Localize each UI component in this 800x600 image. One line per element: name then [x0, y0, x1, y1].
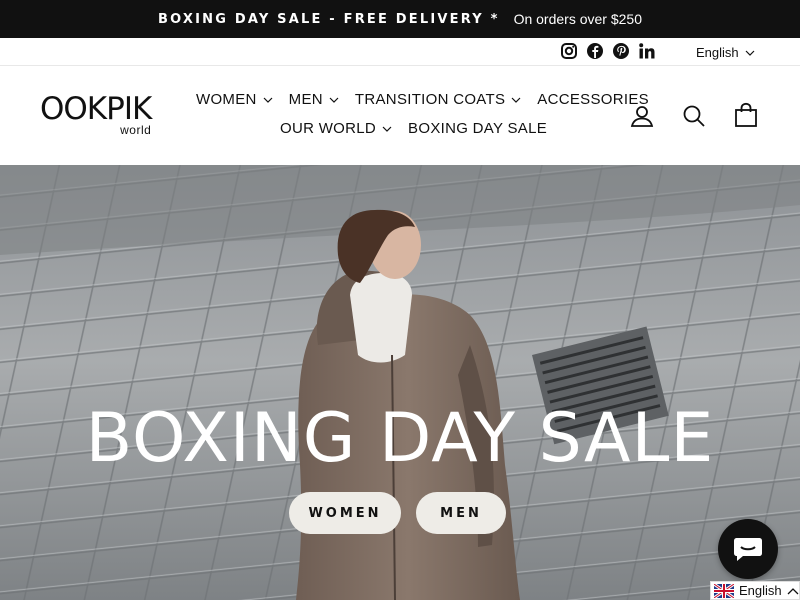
nav-item-label: WOMEN: [196, 91, 257, 108]
instagram-icon[interactable]: [560, 42, 578, 60]
pinterest-icon[interactable]: [612, 42, 630, 60]
cart-icon[interactable]: [734, 102, 758, 128]
facebook-icon[interactable]: [586, 42, 604, 60]
utility-bar: English: [0, 38, 800, 66]
hero-title: BOXING DAY SALE: [85, 399, 715, 478]
chat-icon: [734, 538, 762, 561]
main-nav-row-2: OUR WORLD BOXING DAY SALE: [280, 120, 547, 137]
brand-logo[interactable]: OOKPIK world: [40, 91, 152, 137]
uk-flag-icon: [714, 583, 734, 598]
nav-item-label: BOXING DAY SALE: [408, 120, 548, 137]
social-links: [560, 42, 656, 60]
chevron-up-icon: [787, 587, 799, 594]
nav-item-women[interactable]: WOMEN: [196, 91, 273, 108]
shop-women-button[interactable]: WOMEN: [289, 492, 401, 534]
nav-item-label: TRANSITION COATS: [354, 91, 506, 108]
nav-item-our-world[interactable]: OUR WORLD: [280, 120, 392, 137]
announcement-promo[interactable]: BOXING DAY SALE - FREE DELIVERY *: [158, 12, 500, 27]
language-widget[interactable]: English: [710, 581, 800, 600]
announcement-subtext: On orders over $250: [513, 11, 642, 27]
chevron-down-icon: [263, 97, 273, 103]
nav-item-transition-coats[interactable]: TRANSITION COATS: [355, 91, 521, 108]
chevron-down-icon: [745, 50, 755, 56]
hero-background-image: [0, 165, 800, 600]
main-nav-row-1: WOMEN MEN TRANSITION COATS ACCESSORIES: [196, 91, 649, 108]
language-selector[interactable]: English: [696, 45, 755, 60]
chevron-down-icon: [329, 97, 339, 103]
site-header: OOKPIK world WOMEN MEN TRANSITION COATS …: [0, 66, 800, 164]
chevron-down-icon: [382, 126, 392, 132]
announcement-bar: BOXING DAY SALE - FREE DELIVERY * On ord…: [0, 0, 800, 38]
language-widget-label: English: [739, 583, 782, 598]
chevron-down-icon: [511, 97, 521, 103]
logo-subtext: world: [120, 123, 152, 137]
language-label: English: [696, 45, 739, 60]
nav-item-men[interactable]: MEN: [289, 91, 339, 108]
account-icon[interactable]: [630, 104, 654, 128]
nav-item-label: MEN: [288, 91, 323, 108]
shop-men-button[interactable]: MEN: [416, 492, 506, 534]
chat-button[interactable]: [718, 519, 778, 579]
search-icon[interactable]: [682, 104, 706, 128]
hero-banner: BOXING DAY SALE WOMEN MEN: [0, 165, 800, 600]
nav-item-label: OUR WORLD: [280, 120, 377, 137]
linkedin-icon[interactable]: [638, 42, 656, 60]
logo-wordmark: OOKPIK: [40, 91, 152, 127]
nav-item-boxing-day-sale[interactable]: BOXING DAY SALE: [408, 120, 547, 137]
